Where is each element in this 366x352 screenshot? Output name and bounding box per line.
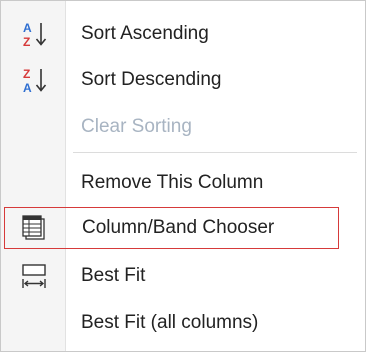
menu-item-column-band-chooser[interactable]: Column/Band Chooser [4, 207, 339, 249]
sort-descending-icon: Z A [23, 67, 47, 95]
menu-item-label: Clear Sorting [81, 116, 192, 137]
column-context-menu: A Z Sort Ascending Z A Sort Descending C… [0, 0, 366, 352]
menu-item-label: Sort Descending [81, 69, 222, 90]
column-chooser-icon [22, 215, 45, 240]
menu-item-remove-column[interactable]: Remove This Column [1, 160, 365, 206]
menu-item-sort-ascending[interactable]: A Z Sort Ascending [1, 11, 365, 57]
svg-text:Z: Z [23, 35, 30, 49]
menu-separator [73, 152, 357, 153]
menu-item-label: Best Fit (all columns) [81, 312, 259, 333]
menu-item-label: Column/Band Chooser [82, 217, 275, 238]
menu-item-best-fit-all-columns[interactable]: Best Fit (all columns) [1, 300, 365, 346]
svg-text:Z: Z [23, 67, 30, 81]
menu-item-label: Best Fit [81, 265, 146, 286]
menu-item-best-fit[interactable]: Best Fit [1, 253, 365, 299]
sort-ascending-icon: A Z [23, 21, 47, 49]
best-fit-icon [22, 264, 46, 288]
menu-item-clear-sorting: Clear Sorting [1, 104, 365, 150]
menu-item-label: Remove This Column [81, 172, 264, 193]
menu-item-label: Sort Ascending [81, 23, 209, 44]
svg-text:A: A [23, 21, 32, 35]
svg-text:A: A [23, 81, 32, 95]
menu-item-sort-descending[interactable]: Z A Sort Descending [1, 57, 365, 103]
